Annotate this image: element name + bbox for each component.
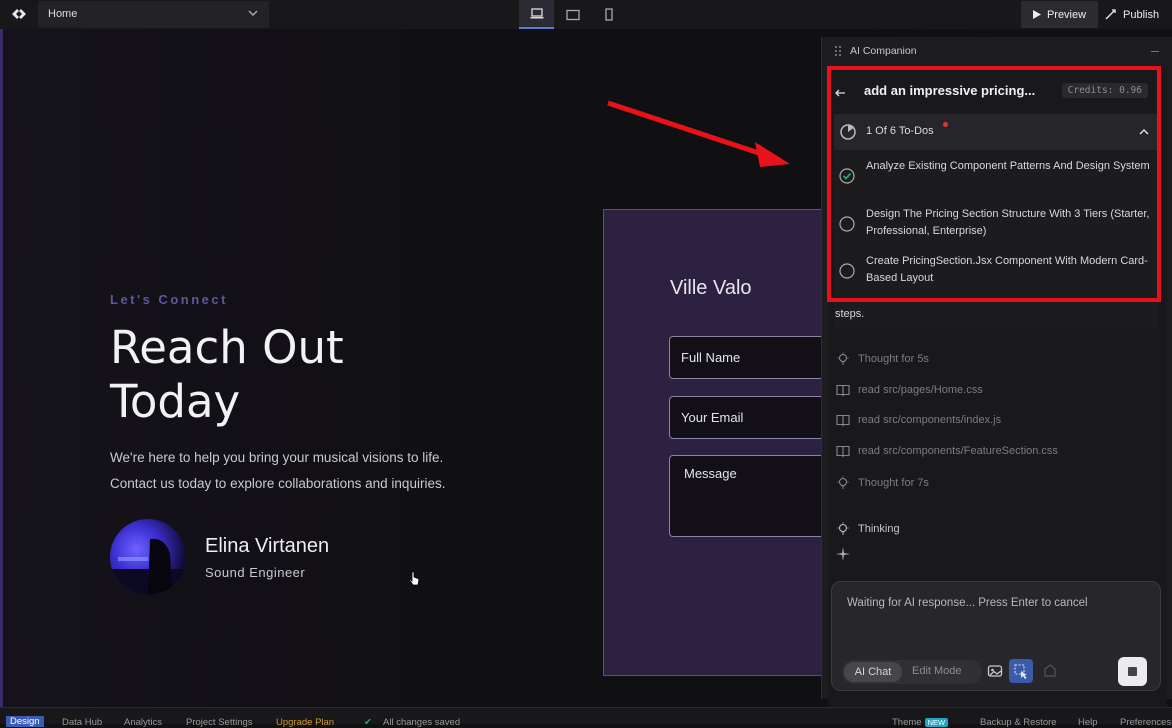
form-heading[interactable]: Ville Valo: [670, 277, 752, 300]
edit-mode-button[interactable]: Edit Mode: [912, 665, 962, 677]
annotation-highlight-box: [827, 66, 1161, 302]
stop-icon: [1128, 667, 1137, 676]
field-placeholder: Your Email: [681, 410, 744, 425]
tablet-view-button[interactable]: [555, 0, 590, 29]
page-selector-label: Home: [48, 8, 78, 20]
preview-button[interactable]: Preview: [1021, 1, 1098, 28]
desktop-icon: [530, 7, 543, 18]
field-placeholder: Full Name: [681, 350, 741, 365]
email-field[interactable]: Your Email: [669, 396, 839, 439]
canvas-edge: [0, 29, 3, 707]
description-line: We're here to help you bring your musica…: [110, 450, 444, 465]
image-attach-icon[interactable]: [987, 663, 1003, 679]
field-placeholder: Message: [684, 466, 737, 481]
title-line: Today: [110, 375, 241, 428]
sparkle-tool-icon[interactable]: [1042, 663, 1058, 679]
desktop-view-button[interactable]: [519, 0, 554, 29]
person-name[interactable]: Elina Virtanen: [205, 535, 329, 558]
ai-panel-header[interactable]: AI Companion: [822, 37, 1172, 65]
mobile-icon: [604, 8, 613, 21]
title-line: Reach Out: [110, 321, 344, 374]
log-text: Thinking: [858, 523, 900, 535]
loading-sparkle-icon: [836, 547, 850, 561]
hero-description[interactable]: We're here to help you bring your musica…: [110, 445, 510, 497]
stop-button[interactable]: [1118, 657, 1147, 686]
mode-toggle[interactable]: AI Chat Edit Mode: [842, 660, 982, 684]
app-logo-icon[interactable]: [10, 6, 28, 22]
select-element-button[interactable]: [1009, 659, 1033, 683]
rocket-icon: [1105, 9, 1116, 20]
log-text: read src/components/FeatureSection.css: [858, 445, 1058, 457]
avatar[interactable]: [110, 519, 186, 595]
log-text: read src/pages/Home.css: [858, 384, 983, 396]
publish-label: Publish: [1123, 8, 1160, 21]
log-text: Thought for 7s: [858, 477, 929, 489]
bulb-icon: [837, 476, 849, 489]
drag-handle-icon[interactable]: [834, 45, 842, 57]
ai-chat-mode-button[interactable]: AI Chat: [844, 662, 902, 682]
play-icon: [1032, 10, 1041, 19]
annotation-arrow-icon: [607, 100, 790, 167]
publish-button[interactable]: Publish: [1104, 1, 1172, 28]
cursor-select-icon: [1014, 664, 1027, 679]
top-toolbar: Home Preview Publish: [0, 0, 1172, 30]
page-selector[interactable]: Home: [38, 1, 269, 28]
book-icon: [836, 414, 850, 427]
chat-input[interactable]: Waiting for AI response... Press Enter t…: [831, 581, 1161, 691]
section-kicker[interactable]: Let's Connect: [110, 292, 228, 307]
book-icon: [836, 445, 850, 458]
log-text: Thought for 5s: [858, 353, 929, 365]
full-name-field[interactable]: Full Name: [669, 336, 839, 379]
page-title[interactable]: Reach Out Today: [110, 321, 410, 429]
mouse-cursor-icon: [409, 571, 420, 586]
description-line: Contact us today to explore collaboratio…: [110, 476, 446, 491]
log-text: read src/components/index.js: [858, 414, 1002, 426]
chat-input-placeholder: Waiting for AI response... Press Enter t…: [847, 597, 1088, 609]
tablet-icon: [565, 9, 580, 20]
message-text: steps.: [835, 308, 865, 320]
person-role[interactable]: Sound Engineer: [205, 565, 305, 580]
message-field[interactable]: Message: [669, 455, 839, 537]
book-icon: [836, 384, 850, 397]
bulb-icon: [837, 522, 849, 535]
bottom-status-bar: Design Data Hub Analytics Project Settin…: [0, 707, 1172, 728]
ai-panel-title: AI Companion: [850, 45, 917, 57]
bulb-icon: [837, 352, 849, 365]
preview-label: Preview: [1046, 8, 1087, 21]
mobile-view-button[interactable]: [591, 0, 626, 29]
minimize-icon[interactable]: [1151, 51, 1159, 52]
chevron-down-icon: [248, 10, 258, 16]
avatar-photo-icon: [110, 538, 186, 595]
tab-design[interactable]: Design: [6, 716, 44, 727]
